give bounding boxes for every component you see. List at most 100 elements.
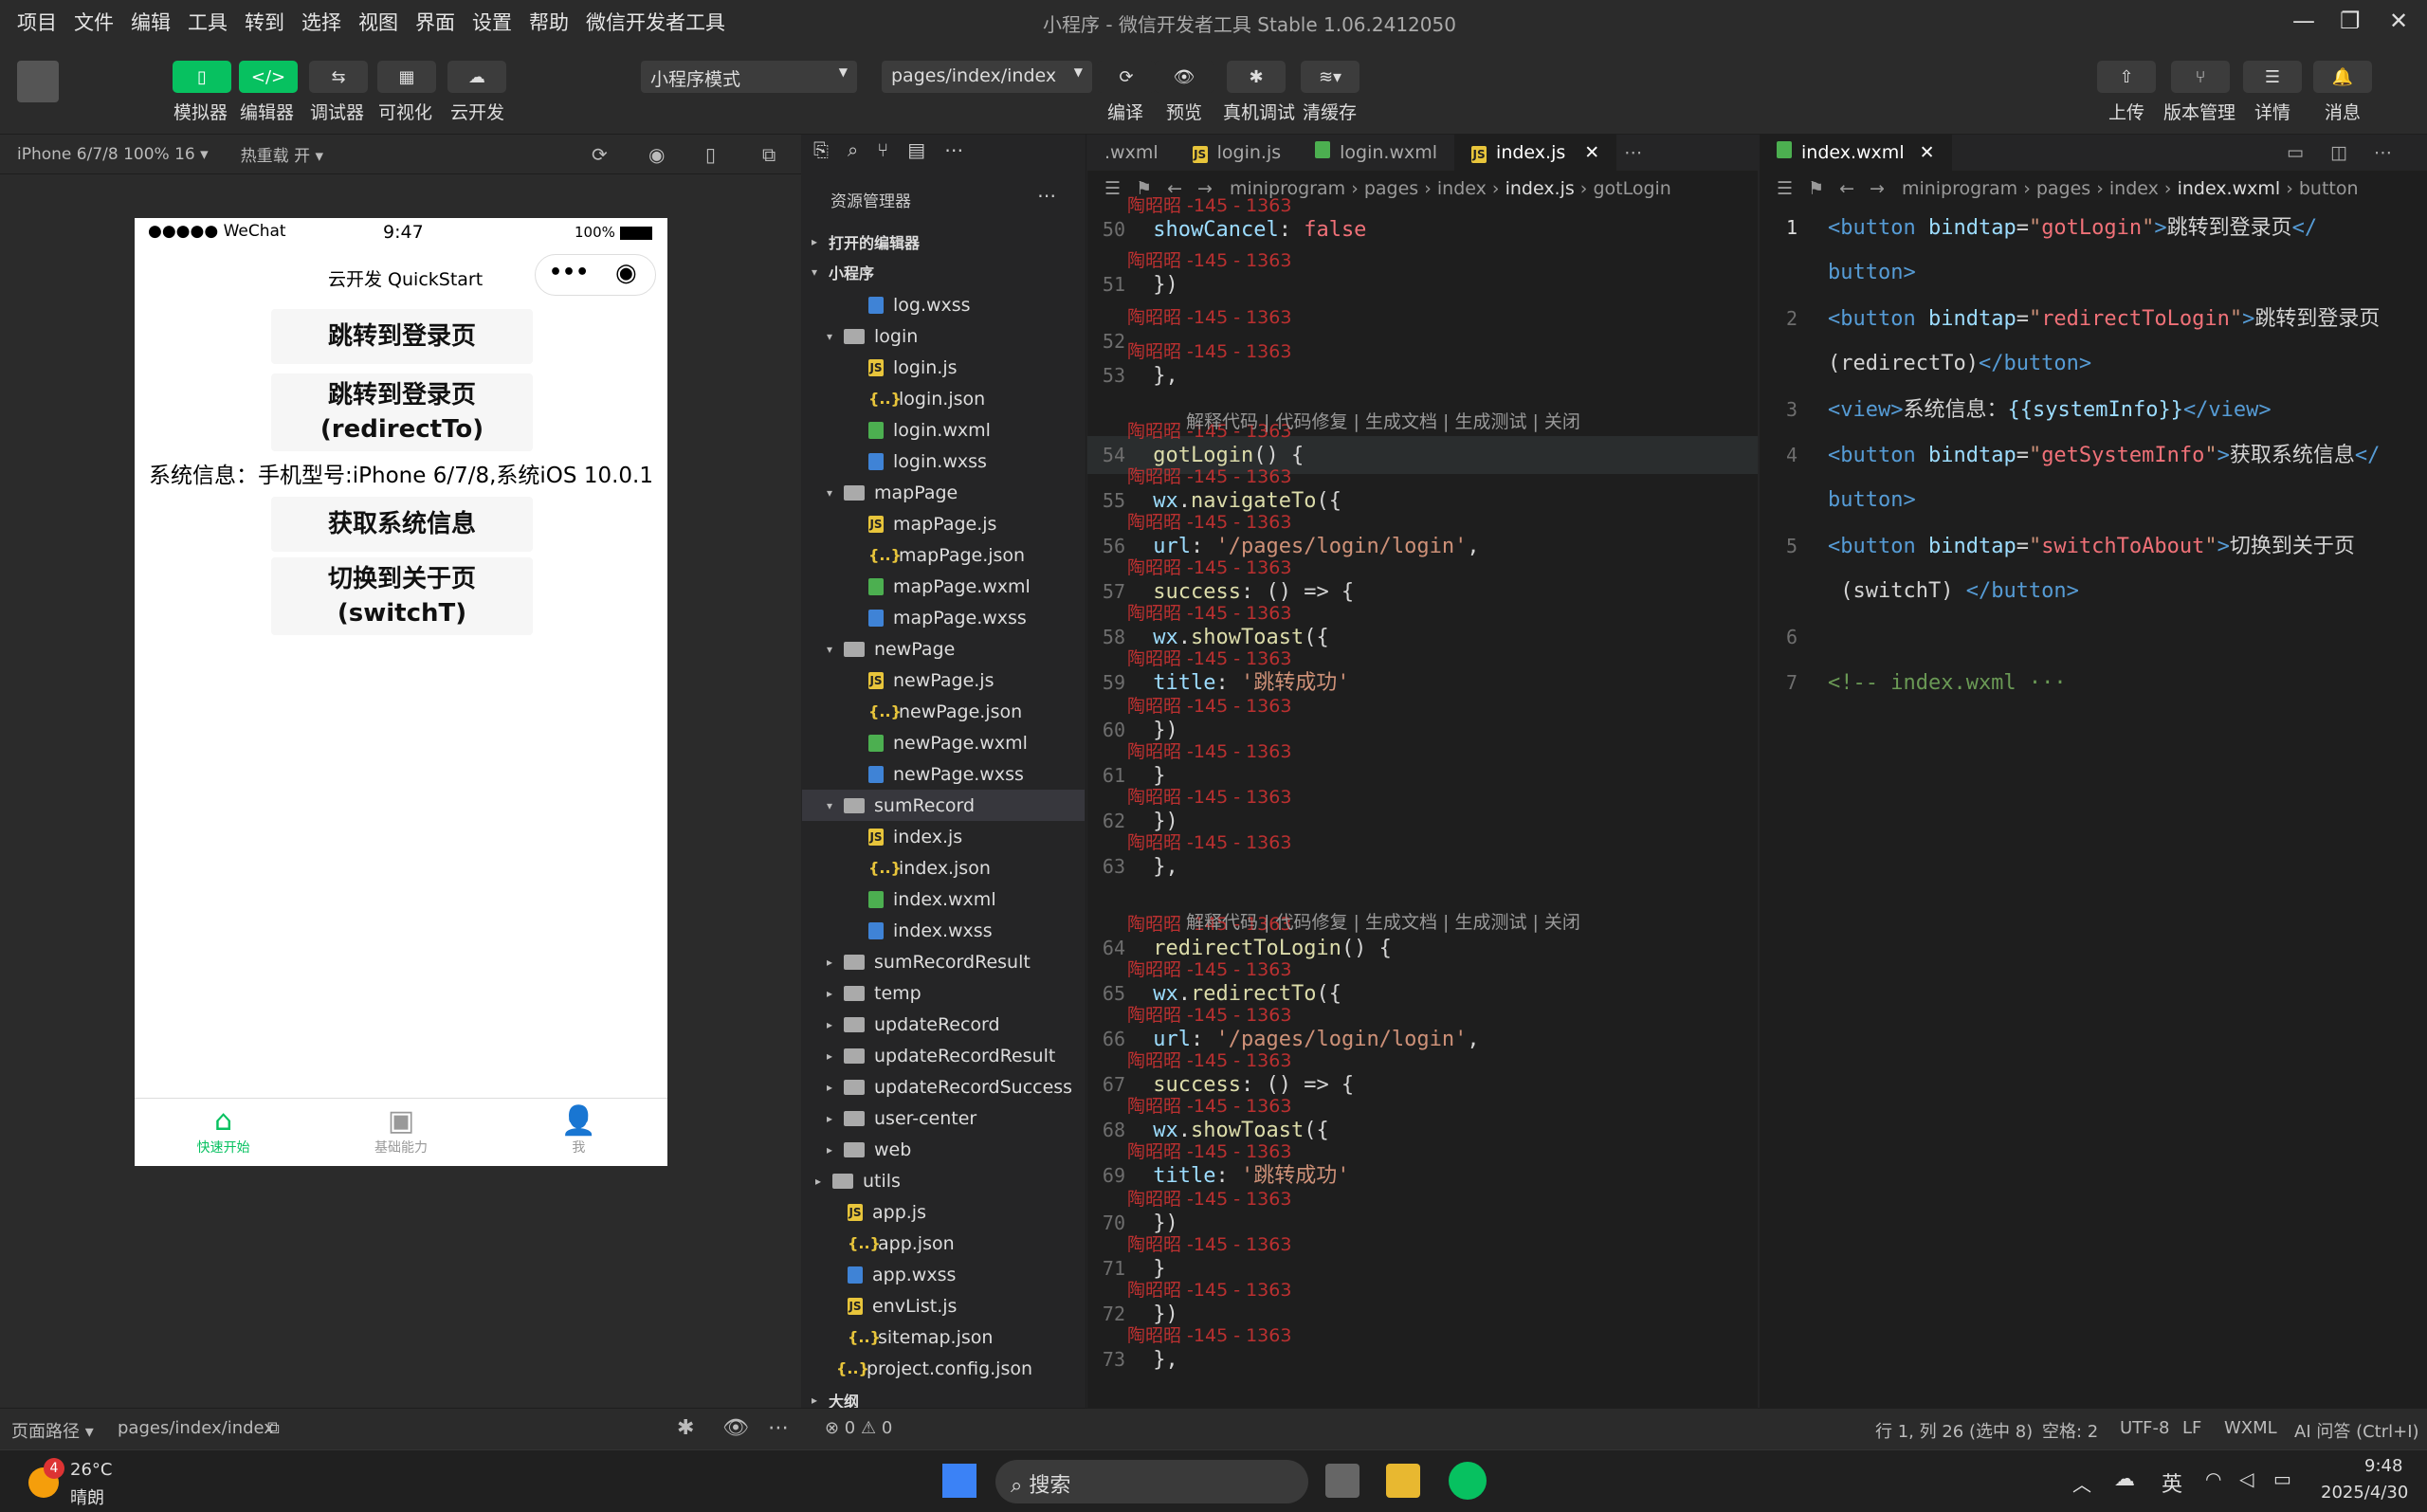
file-explorer-icon[interactable] (1386, 1464, 1420, 1498)
code-line[interactable]: 6 (1760, 618, 1828, 656)
tree-item[interactable]: ▸ sumRecordResult (802, 946, 1031, 977)
encoding[interactable]: UTF-8 (2120, 1418, 2169, 1438)
editor-button[interactable]: </> (239, 61, 298, 93)
tree-item[interactable]: login.wxml (802, 414, 991, 446)
simulator-button[interactable]: ▯ (173, 61, 231, 93)
tree-item[interactable]: ▸ updateRecord (802, 1009, 1000, 1040)
compile-icon[interactable]: ⟳ (1097, 61, 1156, 93)
tree-item[interactable]: index.wxss (802, 915, 993, 946)
bookmark-icon[interactable]: ⚑ (1808, 178, 1824, 199)
visual-button[interactable]: ▦ (377, 61, 436, 93)
problems-count[interactable]: ⊗ 0 ⚠ 0 (825, 1418, 892, 1438)
maximize-icon[interactable]: ❐ (2340, 8, 2361, 34)
tree-item[interactable]: ▾ newPage (802, 633, 955, 665)
indentation[interactable]: 空格: 2 (2042, 1418, 2098, 1443)
tree-item[interactable]: JS app.js (802, 1196, 926, 1228)
version-icon[interactable]: ⑂ (2171, 61, 2230, 93)
explorer-more-icon[interactable]: ⋯ (1037, 184, 1056, 207)
tray-time[interactable]: 9:48 (2364, 1456, 2402, 1476)
project-section[interactable]: ▾ 小程序 (812, 256, 874, 287)
wifi-icon[interactable]: ◠ (2205, 1467, 2221, 1490)
crumb2-0[interactable]: miniprogram (1902, 178, 2017, 199)
crumb2-1[interactable]: pages (2036, 178, 2090, 199)
crumb-1[interactable]: pages (1364, 178, 1418, 199)
status-more-icon[interactable]: ⋯ (768, 1416, 789, 1440)
cloud-button[interactable]: ☁ (447, 61, 506, 93)
crumb2-3[interactable]: index.wxml (2178, 178, 2281, 199)
tree-item[interactable]: ▾ login (802, 320, 918, 352)
tree-item[interactable]: ▸ web (802, 1134, 911, 1165)
onedrive-icon[interactable]: ☁ (2114, 1467, 2135, 1491)
menu-ui[interactable]: 界面 (415, 8, 455, 36)
stop-icon[interactable]: ◉ (648, 143, 665, 166)
menu-help[interactable]: 帮助 (529, 8, 569, 36)
tree-item[interactable]: login.wxss (802, 446, 987, 477)
preview-icon[interactable]: 👁 (1155, 61, 1214, 93)
goto-login-button[interactable]: 跳转到登录页 (271, 309, 533, 364)
eol[interactable]: LF (2182, 1418, 2201, 1438)
input-language[interactable]: 英 (2162, 1467, 2182, 1498)
code-line[interactable]: (redirectTo)</button> (1760, 345, 2091, 383)
close-icon[interactable]: ✕ (2389, 8, 2408, 34)
tree-item[interactable]: {..} app.json (802, 1228, 955, 1259)
phone-icon[interactable]: ▯ (705, 143, 716, 166)
tree-item[interactable]: {..} login.json (802, 383, 985, 414)
menu-view[interactable]: 视图 (358, 8, 398, 36)
tab-index-wxml[interactable]: index.wxml ✕ (1760, 135, 1952, 171)
tree-item[interactable]: {..} mapPage.json (802, 539, 1025, 571)
crumb2-2[interactable]: index (2109, 178, 2159, 199)
tab-basics[interactable]: ▣ 基础能力 (312, 1099, 489, 1166)
eye-icon[interactable]: 👁 (722, 1416, 749, 1440)
taskview-icon[interactable] (1325, 1464, 1359, 1498)
tree-item[interactable]: JS envList.js (802, 1290, 957, 1321)
crumb-3[interactable]: index.js (1505, 178, 1575, 199)
details-icon[interactable]: ☰ (2243, 61, 2302, 93)
messages-icon[interactable]: 🔔 (2313, 61, 2372, 93)
back-icon[interactable]: ← (1839, 178, 1854, 199)
ai-codelens[interactable]: 解释代码 | 代码修复 | 生成文档 | 生成测试 | 关闭 (1186, 908, 1580, 934)
language-mode[interactable]: WXML (2224, 1418, 2277, 1438)
more-actions-icon[interactable]: ⋯ (2374, 142, 2392, 163)
tree-item[interactable]: ▾ sumRecord (802, 790, 1085, 821)
menu-devtools[interactable]: 微信开发者工具 (586, 8, 725, 36)
tree-item[interactable]: {..} sitemap.json (802, 1321, 993, 1353)
crumb2-4[interactable]: button (2299, 178, 2359, 199)
clear-cache-icon[interactable]: ≋▾ (1301, 61, 1359, 93)
reload-icon[interactable]: ⟳ (592, 143, 608, 166)
upload-icon[interactable]: ⇧ (2097, 61, 2156, 93)
forward-icon[interactable]: → (1870, 178, 1885, 199)
split-icon[interactable]: ◫ (2330, 142, 2347, 163)
wechat-devtools-icon[interactable] (1449, 1462, 1487, 1500)
explorer-icons[interactable]: ⎘⌕⑂▤⋯ (813, 138, 982, 161)
tab-close-icon[interactable]: ✕ (1920, 142, 1935, 163)
comment-icon[interactable]: ▭ (2287, 142, 2304, 163)
code-line[interactable]: 3 <view>系统信息：{{systemInfo}}</view> (1760, 391, 2272, 428)
tree-item[interactable]: newPage.wxml (802, 727, 1028, 758)
list-icon[interactable]: ☰ (1104, 178, 1121, 199)
tree-item[interactable]: {..} index.json (802, 852, 991, 884)
tree-item[interactable]: JS mapPage.js (802, 508, 996, 539)
menu-tools[interactable]: 工具 (188, 8, 228, 36)
menu-settings[interactable]: 设置 (472, 8, 512, 36)
tree-item[interactable]: ▾ mapPage (802, 477, 958, 508)
tree-item[interactable]: {..} project.config.json (802, 1353, 1032, 1384)
ai-chat[interactable]: AI 问答 (Ctrl+I) (2294, 1418, 2419, 1443)
menu-edit[interactable]: 编辑 (131, 8, 171, 36)
volume-icon[interactable]: ◁ (2239, 1467, 2254, 1490)
code-line[interactable]: (switchT) </button> (1760, 573, 2079, 610)
menu-file[interactable]: 文件 (74, 8, 114, 36)
code-line[interactable]: button> (1760, 254, 1916, 292)
code-line[interactable]: 1 <button bindtap="gotLogin">跳转到登录页</ (1760, 209, 2317, 246)
copy-icon[interactable]: ⧉ (267, 1418, 280, 1438)
code-line[interactable]: 5 <button bindtap="switchToAbout">切换到关于页 (1760, 527, 2355, 565)
avatar[interactable] (17, 61, 59, 102)
tab-quickstart[interactable]: ⌂ 快速开始 (135, 1099, 312, 1166)
close-mini-icon[interactable]: ◉ (615, 259, 637, 287)
get-sysinfo-button[interactable]: 获取系统信息 (271, 497, 533, 552)
tab-close-icon[interactable]: ✕ (1584, 142, 1599, 163)
tab-login-wxml[interactable]: login.wxml (1298, 135, 1454, 171)
crumb-2[interactable]: index (1437, 178, 1487, 199)
tree-item[interactable]: mapPage.wxss (802, 602, 1027, 633)
remote-debug-icon[interactable]: ✱ (1227, 61, 1286, 93)
minimize-icon[interactable]: — (2292, 8, 2315, 34)
